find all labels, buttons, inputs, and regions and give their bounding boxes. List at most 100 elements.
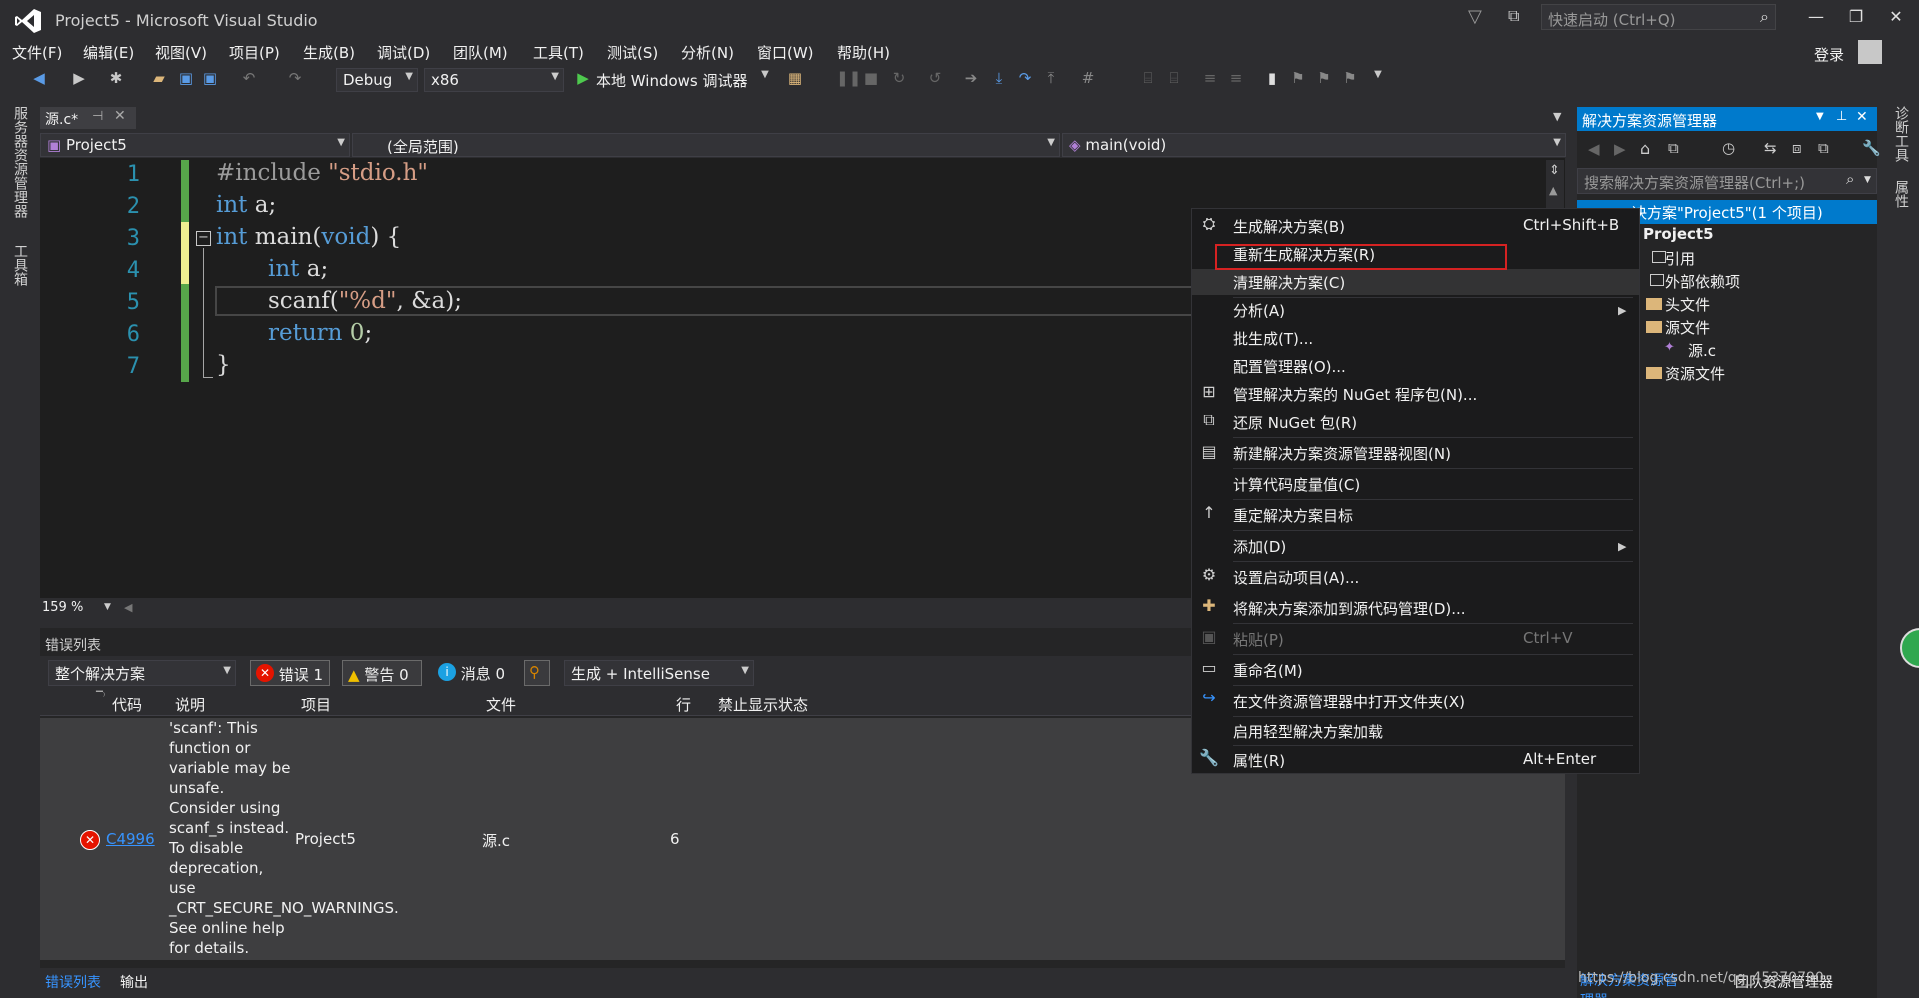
solution-config-select[interactable]: Debug ▼ bbox=[336, 68, 418, 92]
step-over-icon[interactable]: ↷ bbox=[1016, 69, 1034, 91]
col-file[interactable]: 文件 bbox=[486, 694, 516, 715]
next-bookmark-icon[interactable]: ⚑ bbox=[1314, 69, 1334, 91]
step-into-icon[interactable]: ⤓ bbox=[990, 69, 1008, 91]
menu-code-metrics[interactable]: 计算代码度量值(C) bbox=[1233, 474, 1360, 495]
menu-clean-solution[interactable]: 清理解决方案(C) bbox=[1233, 272, 1345, 293]
platform-select[interactable]: x86 ▼ bbox=[424, 68, 564, 92]
bookmark-icon[interactable]: ▮ bbox=[1262, 69, 1282, 91]
forward-icon[interactable]: ▶ bbox=[70, 69, 88, 91]
decrease-indent-icon[interactable]: ≡ bbox=[1200, 69, 1220, 91]
redo-icon[interactable]: ↷ bbox=[284, 69, 306, 91]
show-all-files-icon[interactable]: ⧉ bbox=[1818, 139, 1829, 157]
menu-window[interactable]: 窗口(W) bbox=[757, 42, 814, 63]
col-description[interactable]: 说明 bbox=[175, 694, 205, 715]
new-project-icon[interactable]: ✱ bbox=[106, 69, 126, 91]
col-project[interactable]: 项目 bbox=[301, 694, 331, 715]
scroll-up-icon[interactable]: ▲ bbox=[1549, 184, 1557, 197]
menu-debug[interactable]: 调试(D) bbox=[377, 42, 430, 63]
save-icon[interactable]: ▣ bbox=[176, 69, 196, 91]
menu-file[interactable]: 文件(F) bbox=[12, 42, 62, 63]
collapse-icon[interactable]: − bbox=[196, 231, 211, 246]
properties-tab[interactable]: 属性 bbox=[1891, 180, 1911, 208]
menu-add[interactable]: 添加(D) bbox=[1233, 536, 1286, 557]
start-debug-icon[interactable]: ▶ bbox=[574, 69, 592, 91]
menu-tools[interactable]: 工具(T) bbox=[533, 42, 584, 63]
col-code[interactable]: 代码 bbox=[112, 694, 142, 715]
account-icon[interactable] bbox=[1858, 40, 1882, 64]
messages-filter-button[interactable]: i 消息 0 bbox=[436, 660, 514, 686]
minimize-button[interactable]: — bbox=[1797, 4, 1835, 30]
tabs-dropdown-icon[interactable]: ▼ bbox=[1553, 110, 1561, 123]
pending-changes-icon[interactable]: ◷ bbox=[1722, 139, 1735, 157]
properties-icon[interactable]: 🔧 bbox=[1862, 139, 1881, 157]
col-line[interactable]: 行 bbox=[676, 694, 691, 715]
menu-edit[interactable]: 编辑(E) bbox=[83, 42, 134, 63]
close-button[interactable]: ✕ bbox=[1877, 4, 1915, 30]
filter-icon[interactable]: ⚲ bbox=[524, 660, 550, 686]
feedback-icon[interactable]: ⧉ bbox=[1508, 6, 1532, 30]
menu-batch-build[interactable]: 批生成(T)... bbox=[1233, 328, 1313, 349]
menu-restore-nuget[interactable]: 还原 NuGet 包(R) bbox=[1233, 412, 1357, 433]
menu-help[interactable]: 帮助(H) bbox=[837, 42, 890, 63]
menu-build[interactable]: 生成(B) bbox=[303, 42, 355, 63]
tree-item-resource-files[interactable]: 资源文件 bbox=[1665, 363, 1725, 384]
start-debugger-button[interactable]: 本地 Windows 调试器 bbox=[596, 70, 748, 92]
menu-analyze[interactable]: 分析(A) bbox=[1233, 300, 1285, 321]
menu-open-in-explorer[interactable]: 在文件资源管理器中打开文件夹(X) bbox=[1233, 691, 1465, 712]
menu-add-to-source-control[interactable]: 将解决方案添加到源代码管理(D)... bbox=[1233, 598, 1466, 619]
comment-icon[interactable]: ⌸ bbox=[1138, 69, 1158, 91]
sol-forward-icon[interactable]: ▶ bbox=[1614, 140, 1626, 158]
menu-new-explorer-view[interactable]: 新建解决方案资源管理器视图(N) bbox=[1233, 443, 1451, 464]
menu-retarget-solution[interactable]: 重定解决方案目标 bbox=[1233, 505, 1353, 526]
login-link[interactable]: 登录 bbox=[1814, 44, 1844, 65]
menu-build-solution[interactable]: 生成解决方案(B) bbox=[1233, 216, 1345, 237]
col-suppression[interactable]: 禁止显示状态 bbox=[718, 694, 808, 715]
pin-tab-icon[interactable]: ⊣ bbox=[92, 109, 103, 124]
sort-icon[interactable]: ▔⁾ bbox=[96, 692, 105, 702]
error-code-link[interactable]: C4996 bbox=[106, 830, 155, 848]
close-tab-icon[interactable]: ✕ bbox=[114, 108, 126, 124]
server-explorer-tab[interactable]: 服务器资源管理器 bbox=[10, 106, 30, 218]
menu-test[interactable]: 测试(S) bbox=[607, 42, 658, 63]
browse-icon[interactable]: ▦ bbox=[784, 69, 806, 91]
tree-item-header-files[interactable]: 头文件 bbox=[1665, 294, 1710, 315]
menu-team[interactable]: 团队(M) bbox=[453, 42, 508, 63]
menu-view[interactable]: 视图(V) bbox=[155, 42, 207, 63]
menu-properties[interactable]: 属性(R) bbox=[1233, 750, 1285, 771]
menu-set-startup-projects[interactable]: 设置启动项目(A)... bbox=[1233, 567, 1359, 588]
tab-error-list[interactable]: 错误列表 bbox=[45, 972, 101, 992]
panel-close-icon[interactable]: ✕ bbox=[1856, 109, 1868, 125]
home-icon[interactable]: ⌂ bbox=[1640, 139, 1650, 158]
warnings-filter-button[interactable]: ▲ 警告 0 bbox=[342, 660, 422, 686]
menu-analyze[interactable]: 分析(N) bbox=[681, 42, 734, 63]
back-icon[interactable]: ◀ bbox=[28, 69, 50, 91]
tree-item-project[interactable]: Project5 bbox=[1643, 225, 1714, 243]
switch-views-icon[interactable]: ⧉ bbox=[1668, 139, 1679, 157]
zoom-select[interactable]: 159 % ▼ bbox=[42, 600, 120, 620]
menu-config-manager[interactable]: 配置管理器(O)... bbox=[1233, 356, 1346, 377]
step-out-icon[interactable]: ⤒ bbox=[1042, 69, 1060, 91]
tree-item-source-files[interactable]: 源文件 bbox=[1665, 317, 1710, 338]
hex-display-icon[interactable]: # bbox=[1078, 69, 1098, 91]
restart-icon[interactable]: ↻ bbox=[890, 69, 908, 91]
prev-bookmark-icon[interactable]: ⚑ bbox=[1288, 69, 1308, 91]
diagnostic-tools-tab[interactable]: 诊断工具 bbox=[1891, 106, 1911, 162]
nav-member-select[interactable]: ◈ main(void) ▼ bbox=[1062, 133, 1566, 157]
increase-indent-icon[interactable]: ≡ bbox=[1226, 69, 1246, 91]
show-next-statement-icon[interactable]: ➔ bbox=[962, 69, 980, 91]
nav-project-select[interactable]: ▣ Project5 ▼ bbox=[40, 133, 350, 157]
search-options-icon[interactable]: ▼ bbox=[1864, 175, 1871, 185]
notification-filter-icon[interactable]: ▽ bbox=[1468, 6, 1492, 30]
errors-filter-button[interactable]: ✕ 错误 1 bbox=[250, 660, 330, 686]
toolbar-options-icon[interactable]: ▼ bbox=[1372, 69, 1384, 91]
uncomment-icon[interactable]: ⌸ bbox=[1164, 69, 1184, 91]
quick-launch-input[interactable]: 快速启动 (Ctrl+Q) ⌕ bbox=[1541, 4, 1776, 30]
collapse-all-icon[interactable]: ⧈ bbox=[1792, 139, 1802, 157]
open-file-icon[interactable]: ▰ bbox=[148, 69, 170, 91]
scroll-left-icon[interactable]: ◀ bbox=[124, 601, 132, 614]
toolbox-tab[interactable]: 工具箱 bbox=[10, 244, 30, 286]
stop-icon[interactable]: ■ bbox=[862, 69, 880, 91]
menu-manage-nuget[interactable]: 管理解决方案的 NuGet 程序包(N)... bbox=[1233, 384, 1477, 405]
clear-bookmarks-icon[interactable]: ⚑ bbox=[1340, 69, 1360, 91]
tab-output[interactable]: 输出 bbox=[120, 972, 148, 992]
